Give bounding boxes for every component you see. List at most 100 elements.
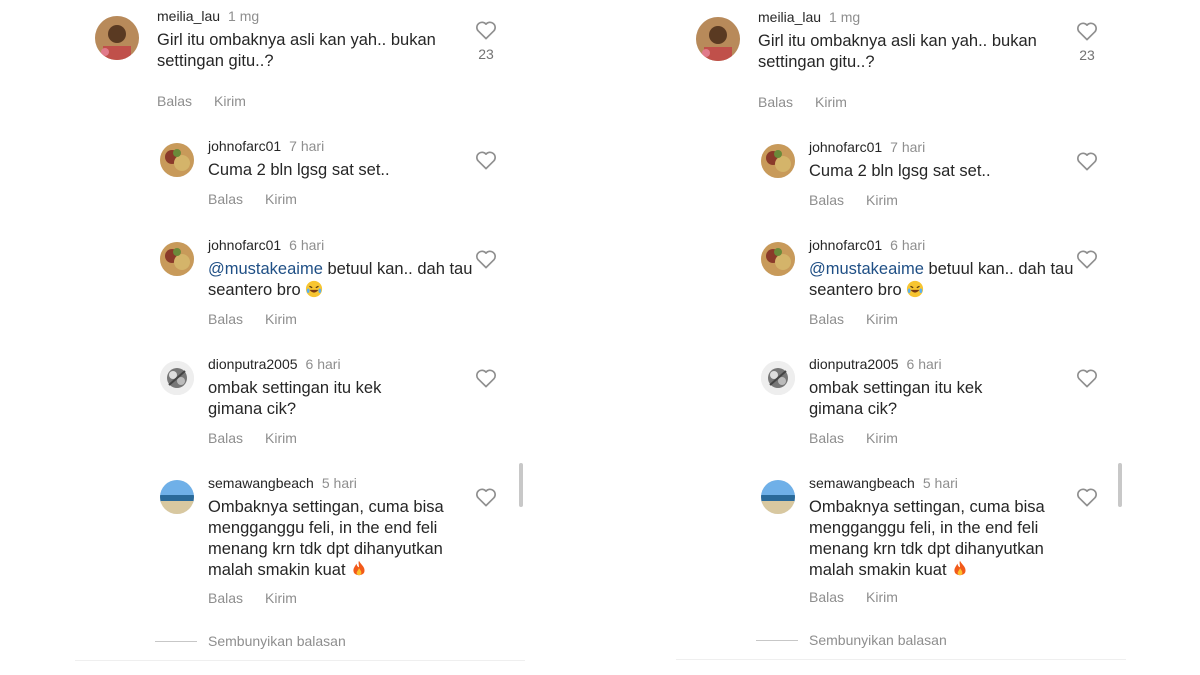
username[interactable]: johnofarc01 6 hari	[809, 237, 925, 253]
username[interactable]: johnofarc01 7 hari	[809, 139, 925, 155]
username[interactable]: semawangbeach 5 hari	[809, 475, 958, 491]
reply-button[interactable]: Balas	[758, 94, 793, 110]
reply-button[interactable]: Balas	[208, 430, 243, 446]
heart-icon[interactable]	[475, 150, 497, 170]
reply-actions: Balas Kirim	[208, 590, 319, 606]
send-button[interactable]: Kirim	[815, 94, 847, 110]
rolling-laughing-emoji	[305, 280, 323, 304]
timestamp: 6 hari	[906, 356, 942, 372]
avatar[interactable]	[95, 16, 139, 60]
send-button[interactable]: Kirim	[866, 430, 898, 446]
username[interactable]: meilia_lau 1 mg	[157, 8, 259, 24]
heart-icon[interactable]	[475, 249, 497, 269]
timestamp: 6 hari	[289, 237, 325, 253]
heart-icon[interactable]	[1076, 21, 1098, 41]
reply-text: ombak settingan itu kek gimana cik?	[208, 379, 382, 418]
reply-button[interactable]: Balas	[809, 589, 844, 605]
username-text[interactable]: johnofarc01	[208, 237, 281, 253]
username-text[interactable]: johnofarc01	[809, 237, 882, 253]
avatar[interactable]	[160, 361, 194, 395]
username-text[interactable]: semawangbeach	[208, 475, 314, 491]
reply-item: johnofarc01 7 hari Cuma 2 bln lgsg sat se…	[75, 138, 515, 208]
heart-icon[interactable]	[1076, 487, 1098, 507]
timestamp: 6 hari	[890, 237, 926, 253]
username[interactable]: meilia_lau 1 mg	[758, 9, 860, 25]
timestamp: 6 hari	[305, 356, 341, 372]
reply-item: johnofarc01 6 hari @mustakeaime betuul ka…	[676, 237, 1116, 327]
reply-actions: Balas Kirim	[809, 311, 920, 327]
username[interactable]: semawangbeach 5 hari	[208, 475, 357, 491]
send-button[interactable]: Kirim	[214, 93, 246, 109]
avatar[interactable]	[761, 480, 795, 514]
reply-actions: Balas Kirim	[208, 430, 319, 446]
comment-panel-right: meilia_lau 1 mg Girl itu ombaknya asli ka…	[676, 0, 1136, 675]
reply-text: @mustakeaime betuul kan.. dah tau seante…	[809, 259, 1074, 304]
comment-actions: Balas Kirim	[758, 94, 869, 110]
heart-icon[interactable]	[1076, 249, 1098, 269]
reply-button[interactable]: Balas	[809, 192, 844, 208]
scrollbar[interactable]	[1118, 463, 1122, 507]
username[interactable]: dionputra2005 6 hari	[208, 356, 341, 372]
avatar[interactable]	[160, 242, 194, 276]
username[interactable]: johnofarc01 6 hari	[208, 237, 324, 253]
heart-icon[interactable]	[1076, 368, 1098, 388]
send-button[interactable]: Kirim	[265, 590, 297, 606]
send-button[interactable]: Kirim	[866, 589, 898, 605]
reply-actions: Balas Kirim	[208, 311, 319, 327]
send-button[interactable]: Kirim	[265, 311, 297, 327]
send-button[interactable]: Kirim	[265, 430, 297, 446]
username[interactable]: johnofarc01 7 hari	[208, 138, 324, 154]
username-text[interactable]: johnofarc01	[809, 139, 882, 155]
heart-icon[interactable]	[475, 20, 497, 40]
avatar[interactable]	[761, 242, 795, 276]
hide-replies-button[interactable]: Sembunyikan balasan	[809, 632, 947, 648]
reply-button[interactable]: Balas	[208, 191, 243, 207]
reply-item: johnofarc01 7 hari Cuma 2 bln lgsg sat se…	[676, 139, 1116, 209]
hide-replies-button[interactable]: Sembunyikan balasan	[208, 633, 346, 649]
hide-replies-line	[155, 641, 197, 642]
reply-item: dionputra2005 6 hari ombak settingan itu …	[676, 356, 1116, 446]
reply-button[interactable]: Balas	[809, 430, 844, 446]
username-text[interactable]: johnofarc01	[208, 138, 281, 154]
timestamp: 1 mg	[829, 9, 861, 25]
avatar[interactable]	[696, 17, 740, 61]
reply-body: Ombaknya settingan, cuma bisa mengganggu…	[809, 498, 1045, 579]
timestamp: 7 hari	[289, 138, 325, 154]
reply-item: semawangbeach 5 hari Ombaknya settingan, …	[75, 475, 515, 606]
rolling-laughing-emoji	[906, 280, 924, 304]
username[interactable]: dionputra2005 6 hari	[809, 356, 942, 372]
reply-text: ombak settingan itu kek gimana cik?	[809, 379, 983, 418]
reply-actions: Balas Kirim	[809, 430, 920, 446]
divider	[676, 659, 1126, 660]
reply-text: Cuma 2 bln lgsg sat set..	[208, 161, 390, 179]
username-text[interactable]: meilia_lau	[758, 9, 821, 25]
avatar[interactable]	[160, 480, 194, 514]
divider	[75, 660, 525, 661]
avatar[interactable]	[160, 143, 194, 177]
username-text[interactable]: semawangbeach	[809, 475, 915, 491]
reply-button[interactable]: Balas	[157, 93, 192, 109]
mention-link[interactable]: @mustakeaime	[208, 260, 323, 278]
heart-icon[interactable]	[1076, 151, 1098, 171]
send-button[interactable]: Kirim	[866, 192, 898, 208]
username-text[interactable]: dionputra2005	[809, 356, 899, 372]
scrollbar[interactable]	[519, 463, 523, 507]
mention-link[interactable]: @mustakeaime	[809, 260, 924, 278]
timestamp: 5 hari	[922, 475, 958, 491]
reply-button[interactable]: Balas	[208, 590, 243, 606]
comment-item: meilia_lau 1 mg Girl itu ombaknya asli ka…	[75, 8, 515, 109]
username-text[interactable]: dionputra2005	[208, 356, 298, 372]
avatar[interactable]	[761, 361, 795, 395]
heart-icon[interactable]	[475, 487, 497, 507]
send-button[interactable]: Kirim	[265, 191, 297, 207]
avatar[interactable]	[761, 144, 795, 178]
send-button[interactable]: Kirim	[866, 311, 898, 327]
reply-item: dionputra2005 6 hari ombak settingan itu …	[75, 356, 515, 446]
timestamp: 1 mg	[228, 8, 260, 24]
comment-text: Girl itu ombaknya asli kan yah.. bukan s…	[157, 31, 436, 70]
reply-button[interactable]: Balas	[208, 311, 243, 327]
reply-button[interactable]: Balas	[809, 311, 844, 327]
username-text[interactable]: meilia_lau	[157, 8, 220, 24]
reply-body: Ombaknya settingan, cuma bisa mengganggu…	[208, 498, 444, 579]
heart-icon[interactable]	[475, 368, 497, 388]
